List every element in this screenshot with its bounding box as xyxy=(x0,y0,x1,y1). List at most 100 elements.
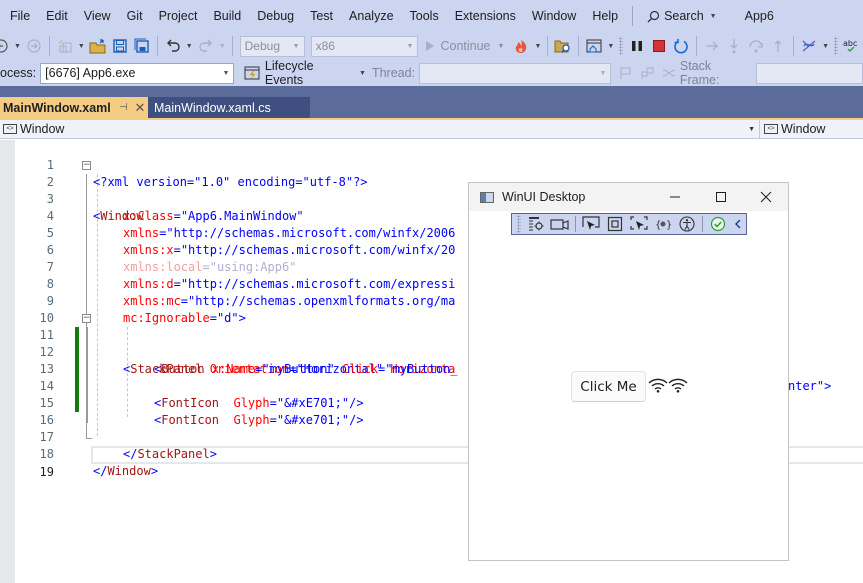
stop-icon[interactable] xyxy=(650,37,668,55)
collapse-icon[interactable]: − xyxy=(82,314,91,323)
menu-file[interactable]: File xyxy=(0,0,38,32)
display-layout-adorners-icon[interactable] xyxy=(604,215,626,233)
undo-icon[interactable] xyxy=(164,37,182,55)
chevron-down-icon[interactable]: ▼ xyxy=(14,43,21,50)
accessibility-checker-icon[interactable] xyxy=(676,215,698,233)
collapse-icon[interactable]: − xyxy=(82,161,91,170)
close-button[interactable] xyxy=(743,183,789,211)
code-line: 1 <?xml version="1.0" encoding="utf-8"?> xyxy=(0,140,863,189)
save-all-icon[interactable] xyxy=(133,37,151,55)
step-out-icon[interactable] xyxy=(769,37,787,55)
document-tab-well: MainWindow.xaml ⊣ ✕ MainWindow.xaml.cs xyxy=(0,86,863,118)
hot-reload-status-icon[interactable] xyxy=(707,215,729,233)
code-line: 2 − <Window xyxy=(0,157,863,224)
app-icon xyxy=(480,191,494,203)
xml-element-icon: <> xyxy=(764,124,778,134)
close-icon xyxy=(760,191,772,203)
menu-extensions[interactable]: Extensions xyxy=(447,0,524,32)
select-element-icon[interactable] xyxy=(580,215,602,233)
process-dropdown[interactable]: [6676] App6.exe ▼ xyxy=(40,62,235,84)
winui-app-window[interactable]: WinUI Desktop {} xyxy=(468,182,789,561)
find-in-files-icon[interactable] xyxy=(554,37,572,55)
search-icon xyxy=(647,10,660,22)
solution-configuration-dropdown[interactable]: Debug ▼ xyxy=(239,35,305,57)
track-focused-element-icon[interactable] xyxy=(628,215,650,233)
lifecycle-events-button[interactable]: Lifecycle Events ▼ xyxy=(244,59,367,87)
toolbar-separator xyxy=(575,216,576,232)
step-into-icon[interactable] xyxy=(725,37,743,55)
continue-label: Continue xyxy=(440,39,491,53)
chevron-down-icon[interactable]: ▼ xyxy=(78,43,85,50)
chevron-down-icon[interactable]: ▼ xyxy=(186,43,193,50)
open-folder-icon[interactable] xyxy=(89,37,107,55)
record-video-icon[interactable] xyxy=(549,215,571,233)
toolbar-separator xyxy=(156,36,158,56)
diagnostic-tools-icon[interactable] xyxy=(800,37,818,55)
menu-tools[interactable]: Tools xyxy=(402,0,447,32)
hot-reload-icon[interactable] xyxy=(512,37,530,55)
menu-help[interactable]: Help xyxy=(584,0,626,32)
redo-icon[interactable] xyxy=(197,37,215,55)
menu-build[interactable]: Build xyxy=(205,0,249,32)
toolbar-grip[interactable] xyxy=(619,37,624,55)
toolbar-separator xyxy=(578,36,580,56)
menu-debug[interactable]: Debug xyxy=(249,0,302,32)
menu-analyze[interactable]: Analyze xyxy=(341,0,401,32)
wifi-icon xyxy=(648,378,668,393)
element-scope-dropdown[interactable]: <> Window ▼ xyxy=(0,120,760,138)
toolbar-grip[interactable] xyxy=(517,215,521,233)
restart-icon[interactable] xyxy=(672,37,690,55)
menu-test[interactable]: Test xyxy=(302,0,341,32)
menu-window[interactable]: Window xyxy=(524,0,584,32)
svg-text:}: } xyxy=(666,220,671,231)
stack-frame-label: Stack Frame: xyxy=(679,59,720,87)
collapse-toolbar-icon[interactable] xyxy=(731,215,745,233)
tab-mainwindow-xaml[interactable]: MainWindow.xaml ⊣ ✕ xyxy=(0,97,148,118)
chevron-down-icon[interactable]: ▼ xyxy=(219,43,226,50)
spell-check-icon[interactable]: abc xyxy=(843,37,861,55)
chevron-down-icon[interactable]: ▼ xyxy=(607,43,614,50)
lifecycle-events-icon xyxy=(244,66,260,80)
navigate-back-icon[interactable] xyxy=(0,37,10,55)
menu-separator xyxy=(632,6,634,26)
member-dropdown[interactable]: <> Window xyxy=(760,120,825,138)
new-project-icon[interactable] xyxy=(56,37,74,55)
solution-platform-dropdown[interactable]: x86 ▼ xyxy=(310,35,419,57)
search-button[interactable]: Search ▼ xyxy=(639,9,727,23)
navigate-forward-icon[interactable] xyxy=(25,37,43,55)
maximize-button[interactable] xyxy=(698,183,744,211)
step-over-icon[interactable] xyxy=(747,37,765,55)
application-window-icon[interactable] xyxy=(585,37,603,55)
show-next-statement-icon[interactable] xyxy=(703,37,721,55)
continue-button[interactable]: Continue ▼ xyxy=(421,39,510,53)
live-visual-tree-icon[interactable] xyxy=(525,215,547,233)
minimize-icon xyxy=(670,196,680,198)
save-icon[interactable] xyxy=(111,37,129,55)
click-me-button[interactable]: Click Me xyxy=(571,371,646,402)
flag-all-threads-icon[interactable] xyxy=(639,64,656,82)
toolbar-separator xyxy=(702,216,703,232)
chevron-down-icon[interactable]: ▼ xyxy=(534,43,541,50)
menu-project[interactable]: Project xyxy=(151,0,206,32)
pin-icon[interactable]: ⊣ xyxy=(119,102,128,113)
pause-icon[interactable] xyxy=(628,37,646,55)
show-threads-in-source-icon[interactable] xyxy=(660,64,677,82)
xml-element-icon: <> xyxy=(3,124,17,134)
tab-mainwindow-xaml-cs[interactable]: MainWindow.xaml.cs xyxy=(148,97,310,118)
binding-failures-icon[interactable]: {} xyxy=(652,215,674,233)
menu-git[interactable]: Git xyxy=(119,0,151,32)
chevron-down-icon: ▼ xyxy=(497,42,505,50)
thread-dropdown[interactable]: ▼ xyxy=(419,62,612,84)
toolbar-grip[interactable] xyxy=(834,37,839,55)
minimize-button[interactable] xyxy=(652,183,698,211)
menu-edit[interactable]: Edit xyxy=(38,0,76,32)
chevron-down-icon[interactable]: ▼ xyxy=(822,43,829,50)
close-icon[interactable]: ✕ xyxy=(134,100,145,116)
chevron-down-icon: ▼ xyxy=(709,12,717,20)
element-scope-value: Window xyxy=(20,122,65,136)
svg-text:{: { xyxy=(655,220,661,231)
tab-label: MainWindow.xaml xyxy=(3,100,111,115)
stack-frame-dropdown[interactable] xyxy=(755,62,863,84)
flag-thread-icon[interactable] xyxy=(617,64,634,82)
menu-view[interactable]: View xyxy=(76,0,119,32)
